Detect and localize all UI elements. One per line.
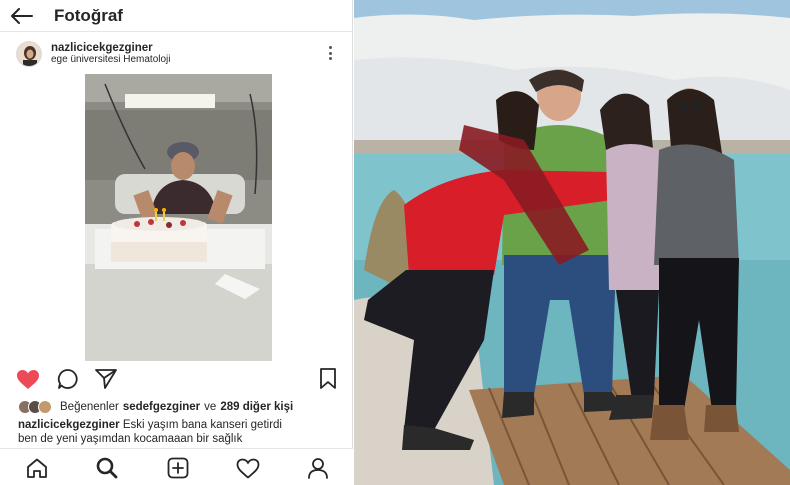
- post-actions: [0, 366, 353, 392]
- speech-bubble-icon: [57, 369, 78, 389]
- caption-username[interactable]: nazlicicekgezginer: [18, 419, 120, 431]
- heart-outline-icon: [236, 458, 260, 478]
- share-button[interactable]: [94, 368, 118, 390]
- save-button[interactable]: [316, 368, 340, 390]
- more-options-button[interactable]: [325, 44, 335, 62]
- post-username[interactable]: nazlicicekgezginer: [51, 42, 171, 54]
- other-likers-link[interactable]: 289 diğer kişi: [220, 401, 293, 413]
- add-square-icon: [167, 457, 189, 479]
- nav-search-button[interactable]: [94, 456, 120, 480]
- post-photo[interactable]: [85, 74, 272, 361]
- avatar[interactable]: [16, 41, 42, 67]
- page-title: Fotoğraf: [54, 5, 123, 25]
- search-icon: [96, 457, 118, 479]
- arrow-left-icon: [11, 7, 33, 24]
- likes-connector: ve: [204, 401, 217, 413]
- instagram-post-screen: Fotoğraf nazlicicekgezginer ege üniversi…: [0, 0, 353, 485]
- likes-prefix: Beğenenler: [60, 401, 119, 413]
- post-caption: nazlicicekgezginer Eski yaşım bana kanse…: [18, 418, 338, 446]
- paper-plane-icon: [95, 369, 117, 389]
- nav-home-button[interactable]: [24, 456, 50, 480]
- bookmark-icon: [320, 368, 336, 389]
- nav-profile-button[interactable]: [305, 456, 331, 480]
- back-button[interactable]: [0, 0, 44, 32]
- post-header: nazlicicekgezginer ege üniversitesi Hema…: [0, 36, 353, 72]
- caption-line-2: ben de yeni yaşımdan kocamaaan bir sağlı…: [18, 433, 243, 445]
- heart-filled-icon: [17, 369, 39, 389]
- person-icon: [308, 458, 328, 479]
- likes-summary[interactable]: Beğenenler sedefgezginer ve 289 diğer ki…: [18, 399, 293, 415]
- caption-line-1: Eski yaşım bana kanseri getirdi: [122, 419, 282, 431]
- post-location[interactable]: ege üniversitesi Hematoloji: [51, 54, 171, 66]
- nav-activity-button[interactable]: [235, 456, 261, 480]
- top-bar: Fotoğraf: [0, 0, 353, 32]
- nav-add-post-button[interactable]: [165, 456, 191, 480]
- first-liker-link[interactable]: sedefgezginer: [123, 401, 200, 413]
- bottom-navigation: [0, 448, 353, 485]
- vertical-dots-icon: [328, 46, 332, 49]
- group-photo: [354, 0, 790, 485]
- home-icon: [27, 458, 47, 478]
- like-button[interactable]: [16, 368, 40, 390]
- comment-button[interactable]: [56, 368, 80, 390]
- liker-avatars: [18, 400, 52, 414]
